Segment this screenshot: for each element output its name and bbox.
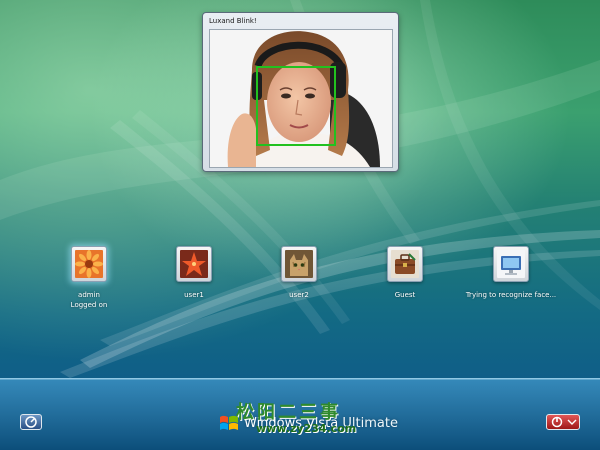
starfish-picture-icon	[180, 250, 208, 278]
cat-picture-icon	[285, 250, 313, 278]
user-picture-frame[interactable]	[176, 246, 212, 282]
watermark-url: www.zy234.com	[256, 422, 357, 435]
webcam-preview	[209, 29, 393, 168]
watermark-chinese-text: 松阳二三事	[236, 402, 341, 423]
user-name-label: admin	[78, 291, 100, 299]
user-tile-user1[interactable]: user1	[139, 246, 249, 300]
user-status-label: Logged on	[70, 301, 108, 309]
user-name-label: Guest	[394, 291, 416, 299]
briefcase-picture-icon	[391, 250, 419, 278]
user-tile-guest[interactable]: Guest	[350, 246, 460, 300]
ease-of-access-button[interactable]	[20, 414, 42, 430]
user-tile-user2[interactable]: user2	[244, 246, 354, 300]
user-name-label: Trying to recognize face...	[465, 291, 557, 299]
user-picture-frame[interactable]	[71, 246, 107, 282]
power-icon	[551, 416, 577, 428]
user-name-label: user2	[289, 291, 309, 299]
face-detection-box	[256, 66, 336, 146]
user-picture-frame[interactable]	[387, 246, 423, 282]
monitor-picture-icon	[497, 250, 525, 278]
luxand-camera-window[interactable]: Luxand Blink!	[202, 12, 399, 172]
user-name-label: user1	[184, 291, 204, 299]
user-picture-frame[interactable]	[281, 246, 317, 282]
shut-down-button[interactable]	[546, 414, 580, 430]
camera-window-title: Luxand Blink!	[209, 17, 257, 25]
user-picture-frame[interactable]	[493, 246, 529, 282]
user-tile-face-recognition[interactable]: Trying to recognize face...	[456, 246, 566, 300]
user-tile-admin[interactable]: admin Logged on	[34, 246, 144, 310]
ease-of-access-icon	[25, 416, 37, 428]
flower-picture-icon	[75, 250, 103, 278]
